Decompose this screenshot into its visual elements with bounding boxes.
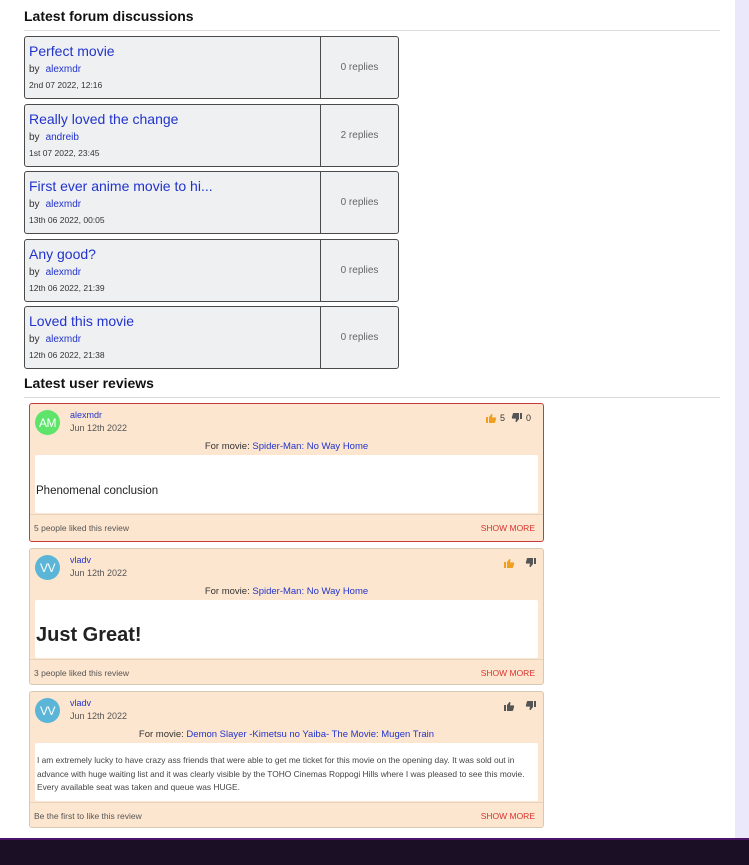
review-date: Jun 12th 2022: [70, 568, 128, 578]
reply-count: 0 replies: [340, 62, 379, 73]
by-label: by: [29, 266, 40, 278]
thread-author-link[interactable]: alexmdr: [46, 64, 82, 75]
avatar: AM: [35, 410, 60, 435]
review-author-link[interactable]: vladv: [70, 698, 91, 708]
vote-controls: 5 0: [485, 412, 537, 424]
thread-date: 2nd 07 2022, 12:16: [29, 80, 103, 90]
thread-title-link[interactable]: Perfect movie: [29, 43, 219, 59]
reply-count: 0 replies: [340, 332, 379, 343]
review-date: Jun 12th 2022: [70, 711, 128, 721]
divider: [24, 397, 720, 398]
thread-date: 1st 07 2022, 23:45: [29, 147, 100, 158]
thread-author-link[interactable]: andreib: [46, 132, 79, 143]
review-card: VV vladv Jun 12th 2022 For movie: Demon …: [29, 691, 544, 828]
review-card: VV vladv Jun 12th 2022 For movie: Spider…: [29, 548, 544, 685]
review-author-link[interactable]: alexmdr: [70, 410, 102, 420]
movie-link[interactable]: Spider-Man: No Way Home: [252, 586, 368, 597]
movie-label: For movie:: [204, 586, 250, 597]
forum-section-title: Latest forum discussions: [24, 8, 194, 24]
like-summary: 3 people liked this review: [34, 667, 129, 678]
by-label: by: [29, 131, 40, 143]
thread-date: 12th 06 2022, 21:39: [29, 282, 105, 293]
movie-label: For movie:: [138, 729, 184, 740]
like-summary: Be the first to like this review: [34, 810, 142, 821]
divider: [24, 30, 720, 31]
review-text: Just Great!: [36, 623, 142, 646]
avatar: VV: [35, 698, 60, 723]
thread-date: 13th 06 2022, 00:05: [29, 215, 105, 225]
by-label: by: [29, 334, 40, 345]
avatar: VV: [35, 555, 60, 580]
show-more-link[interactable]: SHOW MORE: [481, 523, 535, 533]
like-count: 5: [499, 413, 505, 423]
thread-author-link[interactable]: alexmdr: [46, 267, 82, 278]
thumbs-down-icon[interactable]: [525, 700, 537, 712]
thumbs-up-icon[interactable]: [485, 412, 497, 424]
show-more-link[interactable]: SHOW MORE: [481, 668, 535, 678]
forum-thread: Perfect movie by alexmdr 2nd 07 2022, 12:…: [24, 36, 399, 99]
thumbs-up-icon[interactable]: [503, 557, 515, 569]
main-panel: Latest forum discussions Perfect movie b…: [0, 0, 735, 838]
reply-count: 0 replies: [340, 264, 379, 276]
review-text: I am extremely lucky to have crazy ass f…: [37, 755, 525, 792]
review-author-link[interactable]: vladv: [70, 555, 91, 565]
forum-thread: Really loved the change by andreib 1st 07…: [24, 103, 399, 167]
reply-count: 2 replies: [340, 129, 379, 141]
movie-link[interactable]: Demon Slayer -Kimetsu no Yaiba- The Movi…: [186, 729, 434, 740]
thread-title-link[interactable]: Really loved the change: [29, 111, 219, 127]
thread-title-link[interactable]: Any good?: [29, 246, 219, 262]
review-date: Jun 12th 2022: [70, 423, 128, 433]
thread-author-link[interactable]: alexmdr: [46, 334, 82, 345]
review-list: AM alexmdr Jun 12th 2022 5 0 For movie: …: [29, 403, 544, 834]
thumbs-down-icon[interactable]: [525, 557, 537, 569]
forum-list: Perfect movie by alexmdr 2nd 07 2022, 12:…: [24, 36, 399, 374]
forum-thread: Loved this movie by alexmdr 12th 06 2022,…: [24, 306, 399, 369]
thread-title-link[interactable]: First ever anime movie to hi...: [29, 178, 219, 194]
thread-author-link[interactable]: alexmdr: [46, 199, 82, 210]
movie-label: For movie:: [204, 441, 250, 452]
vote-controls: [503, 557, 537, 569]
thread-title-link[interactable]: Loved this movie: [29, 313, 219, 329]
thumbs-down-icon[interactable]: [511, 412, 523, 424]
by-label: by: [29, 64, 40, 75]
movie-link[interactable]: Spider-Man: No Way Home: [252, 441, 368, 452]
reviews-section-title: Latest user reviews: [24, 375, 154, 391]
forum-thread: Any good? by alexmdr 12th 06 2022, 21:39 …: [24, 238, 399, 302]
like-summary: 5 people liked this review: [34, 522, 129, 533]
thumbs-up-icon[interactable]: [503, 700, 515, 712]
show-more-link[interactable]: SHOW MORE: [481, 811, 535, 821]
vote-controls: [503, 700, 537, 712]
reply-count: 0 replies: [340, 197, 379, 208]
review-text: Phenomenal conclusion: [36, 485, 159, 497]
dislike-count: 0: [525, 413, 531, 423]
review-card: AM alexmdr Jun 12th 2022 5 0 For movie: …: [29, 403, 544, 542]
thread-date: 12th 06 2022, 21:38: [29, 350, 105, 360]
by-label: by: [29, 199, 40, 210]
forum-thread: First ever anime movie to hi... by alexmd…: [24, 171, 399, 234]
page-footer: [0, 838, 749, 865]
